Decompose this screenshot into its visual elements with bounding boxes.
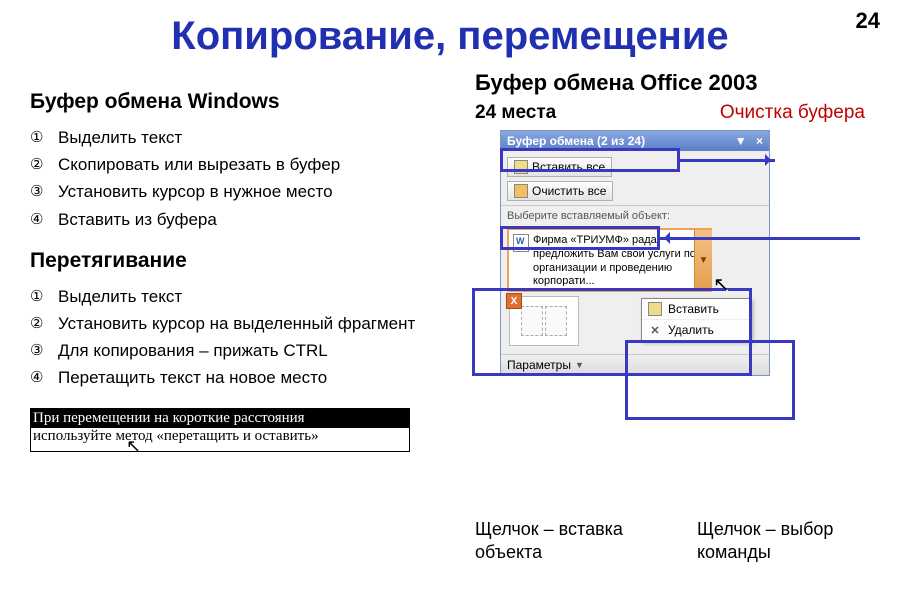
choose-hint: Выберите вставляемый объект: xyxy=(501,206,769,224)
dropdown-icon[interactable]: ▼ xyxy=(735,134,747,148)
left-column: Буфер обмена Windows ① Выделить текст ② Ск… xyxy=(30,90,460,452)
clipboard-thumbnail[interactable]: X xyxy=(509,296,579,346)
heading-drag: Перетягивание xyxy=(30,249,460,273)
heading-office-clipboard: Буфер обмена Office 2003 xyxy=(475,70,875,96)
list-item: Установить курсор в нужное место xyxy=(58,182,333,201)
pane-title-text: Буфер обмена (2 из 24) xyxy=(507,134,645,148)
pane-titlebar: Буфер обмена (2 из 24) ▼ × xyxy=(501,131,769,151)
page-title: Копирование, перемещение xyxy=(0,0,900,59)
list-number: ③ xyxy=(30,339,43,363)
pane-footer[interactable]: Параметры ▼ xyxy=(501,354,769,375)
menu-label: Удалить xyxy=(668,323,714,337)
menu-paste[interactable]: Вставить xyxy=(642,299,750,320)
places-label: 24 места xyxy=(475,102,556,124)
list-item: Выделить текст xyxy=(58,128,182,147)
list-drag: ① Выделить текст ② Установить курсор на вы… xyxy=(30,283,460,392)
button-label: Очистить все xyxy=(532,184,606,198)
tip-highlighted-text: При перемещении на короткие расстояния xyxy=(31,409,409,428)
list-item: Скопировать или вырезать в буфер xyxy=(58,155,340,174)
list-windows-clipboard: ① Выделить текст ② Скопировать или вырезат… xyxy=(30,124,460,233)
cursor-icon: ↖ xyxy=(713,272,730,297)
list-number: ① xyxy=(30,285,43,309)
delete-icon: ✕ xyxy=(648,323,662,337)
menu-delete[interactable]: ✕ Удалить xyxy=(642,320,750,340)
list-item: Установить курсор на выделенный фрагмент xyxy=(58,314,415,333)
excel-icon: X xyxy=(506,293,522,309)
list-item: Вставить из буфера xyxy=(58,210,217,229)
list-number: ④ xyxy=(30,366,43,390)
close-icon[interactable]: × xyxy=(756,134,763,148)
list-number: ③ xyxy=(30,180,43,204)
list-item: Перетащить текст на новое место xyxy=(58,368,327,387)
button-label: Вставить все xyxy=(532,160,605,174)
list-number: ② xyxy=(30,312,43,336)
paste-icon xyxy=(514,160,528,174)
paste-all-button[interactable]: Вставить все xyxy=(507,157,612,177)
clear-all-button[interactable]: Очистить все xyxy=(507,181,613,201)
page-number: 24 xyxy=(856,8,880,34)
list-number: ④ xyxy=(30,208,43,232)
tip-text: используйте метод «перетащить и оставить… xyxy=(31,428,409,451)
callout-arrow xyxy=(680,159,775,162)
list-number: ① xyxy=(30,126,43,150)
cursor-icon: ↖ xyxy=(126,436,141,457)
list-item: Для копирования – прижать CTRL xyxy=(58,341,328,360)
heading-windows-clipboard: Буфер обмена Windows xyxy=(30,90,460,114)
paste-icon xyxy=(648,302,662,316)
bottom-captions: Щелчок – вставка объекта Щелчок – выбор … xyxy=(475,518,875,565)
context-menu: Вставить ✕ Удалить xyxy=(641,298,751,341)
clear-icon xyxy=(514,184,528,198)
list-number: ② xyxy=(30,153,43,177)
menu-label: Вставить xyxy=(668,302,719,316)
list-item: Выделить текст xyxy=(58,287,182,306)
item-area: Фирма «ТРИУМФ» рада предложить Вам свои … xyxy=(501,224,769,354)
tip-box: При перемещении на короткие расстояния и… xyxy=(30,408,410,452)
clipboard-item-text: Фирма «ТРИУМФ» рада предложить Вам свои … xyxy=(533,234,706,286)
caption-insert: Щелчок – вставка объекта xyxy=(475,518,657,565)
chevron-down-icon: ▼ xyxy=(575,360,584,370)
clear-buffer-label: Очистка буфера xyxy=(720,102,865,124)
word-icon xyxy=(513,234,529,252)
right-column: Буфер обмена Office 2003 24 места Очистк… xyxy=(475,70,875,376)
clipboard-pane: Буфер обмена (2 из 24) ▼ × Вставить все … xyxy=(500,130,770,376)
callout-arrow xyxy=(660,237,860,240)
caption-command: Щелчок – выбор команды xyxy=(697,518,875,565)
params-label: Параметры xyxy=(507,358,571,372)
